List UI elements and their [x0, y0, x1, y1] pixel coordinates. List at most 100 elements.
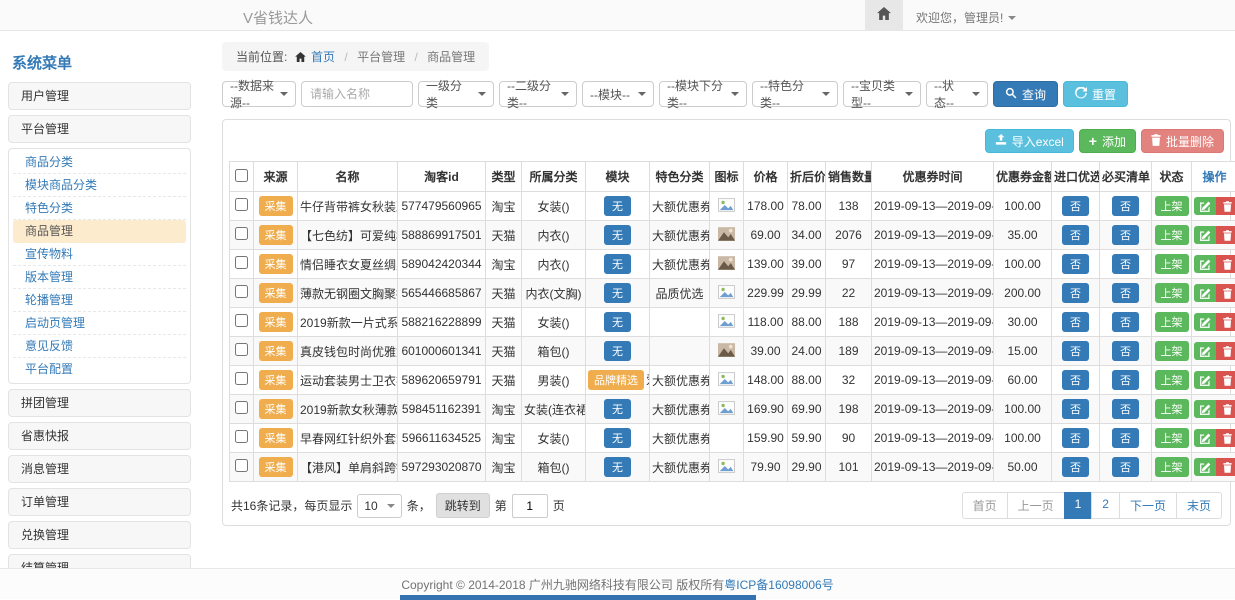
- status-button[interactable]: 上架: [1155, 196, 1189, 216]
- import-select-toggle[interactable]: 否: [1062, 283, 1089, 303]
- search-button[interactable]: 查询: [993, 81, 1058, 107]
- delete-button[interactable]: [1216, 226, 1235, 244]
- filter-select-module-sub[interactable]: --模块下分类--: [659, 81, 747, 107]
- import-select-toggle[interactable]: 否: [1062, 312, 1089, 332]
- must-buy-toggle[interactable]: 否: [1112, 254, 1139, 274]
- sidebar-group[interactable]: 用户管理: [8, 82, 191, 110]
- sidebar-group[interactable]: 拼团管理: [8, 389, 191, 417]
- row-checkbox[interactable]: [235, 227, 248, 240]
- sidebar-item[interactable]: 轮播管理: [13, 289, 186, 312]
- must-buy-toggle[interactable]: 否: [1112, 225, 1139, 245]
- row-checkbox[interactable]: [235, 401, 248, 414]
- sidebar-item[interactable]: 特色分类: [13, 197, 186, 220]
- delete-button[interactable]: [1216, 197, 1235, 215]
- filter-select-status[interactable]: --状态--: [926, 81, 988, 107]
- import-select-toggle[interactable]: 否: [1062, 428, 1089, 448]
- must-buy-toggle[interactable]: 否: [1112, 312, 1139, 332]
- delete-button[interactable]: [1216, 313, 1235, 331]
- filter-select-item-type[interactable]: --宝贝类型--: [843, 81, 921, 107]
- row-checkbox[interactable]: [235, 459, 248, 472]
- sidebar-item[interactable]: 意见反馈: [13, 335, 186, 358]
- page-number-input[interactable]: [512, 494, 548, 518]
- import-select-toggle[interactable]: 否: [1062, 254, 1089, 274]
- import-select-toggle[interactable]: 否: [1062, 370, 1089, 390]
- user-menu[interactable]: 欢迎您，管理员!: [916, 9, 1016, 26]
- page-link-下一页[interactable]: 下一页: [1119, 492, 1177, 519]
- breadcrumb-home-link[interactable]: 首页: [311, 50, 335, 64]
- row-checkbox[interactable]: [235, 256, 248, 269]
- must-buy-toggle[interactable]: 否: [1112, 341, 1139, 361]
- sidebar-group[interactable]: 省惠快报: [8, 422, 191, 450]
- sidebar-item[interactable]: 商品分类: [13, 151, 186, 174]
- sidebar-group[interactable]: 兑换管理: [8, 521, 191, 549]
- add-button[interactable]: + 添加: [1079, 129, 1136, 153]
- edit-button[interactable]: [1194, 458, 1216, 476]
- must-buy-toggle[interactable]: 否: [1112, 428, 1139, 448]
- page-link-上一页[interactable]: 上一页: [1007, 492, 1065, 519]
- sidebar-item[interactable]: 平台配置: [13, 358, 186, 381]
- page-link-首页[interactable]: 首页: [962, 492, 1008, 519]
- must-buy-toggle[interactable]: 否: [1112, 457, 1139, 477]
- per-page-select[interactable]: 10: [357, 494, 401, 518]
- delete-button[interactable]: [1216, 458, 1235, 476]
- home-button[interactable]: [865, 0, 903, 30]
- reset-button[interactable]: 重置: [1063, 81, 1128, 107]
- delete-button[interactable]: [1216, 400, 1235, 418]
- import-select-toggle[interactable]: 否: [1062, 399, 1089, 419]
- must-buy-toggle[interactable]: 否: [1112, 196, 1139, 216]
- must-buy-toggle[interactable]: 否: [1112, 399, 1139, 419]
- edit-button[interactable]: [1194, 313, 1216, 331]
- sidebar-item[interactable]: 模块商品分类: [13, 174, 186, 197]
- page-link-2[interactable]: 2: [1091, 492, 1120, 519]
- status-button[interactable]: 上架: [1155, 225, 1189, 245]
- row-checkbox[interactable]: [235, 372, 248, 385]
- edit-button[interactable]: [1194, 342, 1216, 360]
- bulk-delete-button[interactable]: 批量删除: [1141, 129, 1224, 153]
- filter-select-category-l1[interactable]: 一级分类: [418, 81, 494, 107]
- delete-button[interactable]: [1216, 371, 1235, 389]
- icp-link[interactable]: 粤ICP备16098006号: [724, 576, 833, 593]
- status-button[interactable]: 上架: [1155, 370, 1189, 390]
- must-buy-toggle[interactable]: 否: [1112, 370, 1139, 390]
- status-button[interactable]: 上架: [1155, 341, 1189, 361]
- delete-button[interactable]: [1216, 255, 1235, 273]
- delete-button[interactable]: [1216, 284, 1235, 302]
- page-link-1[interactable]: 1: [1064, 492, 1093, 519]
- import-select-toggle[interactable]: 否: [1062, 225, 1089, 245]
- row-checkbox[interactable]: [235, 314, 248, 327]
- sidebar-item-active[interactable]: 商品管理: [13, 220, 186, 243]
- filter-select-category-l2[interactable]: --二级分类--: [499, 81, 577, 107]
- delete-button[interactable]: [1216, 342, 1235, 360]
- sidebar-item[interactable]: 版本管理: [13, 266, 186, 289]
- filter-select-feature[interactable]: --特色分类--: [752, 81, 838, 107]
- edit-button[interactable]: [1194, 226, 1216, 244]
- edit-button[interactable]: [1194, 197, 1216, 215]
- status-button[interactable]: 上架: [1155, 312, 1189, 332]
- must-buy-toggle[interactable]: 否: [1112, 283, 1139, 303]
- sidebar-group[interactable]: 订单管理: [8, 488, 191, 516]
- sidebar-item[interactable]: 宣传物料: [13, 243, 186, 266]
- filter-input-name[interactable]: [301, 81, 413, 107]
- page-link-末页[interactable]: 末页: [1176, 492, 1222, 519]
- import-select-toggle[interactable]: 否: [1062, 457, 1089, 477]
- status-button[interactable]: 上架: [1155, 254, 1189, 274]
- row-checkbox[interactable]: [235, 198, 248, 211]
- sidebar-item[interactable]: 启动页管理: [13, 312, 186, 335]
- sidebar-group[interactable]: 平台管理: [8, 115, 191, 143]
- jump-button[interactable]: 跳转到: [436, 493, 490, 518]
- edit-button[interactable]: [1194, 400, 1216, 418]
- import-select-toggle[interactable]: 否: [1062, 341, 1089, 361]
- status-button[interactable]: 上架: [1155, 457, 1189, 477]
- import-excel-button[interactable]: 导入excel: [985, 129, 1074, 153]
- status-button[interactable]: 上架: [1155, 283, 1189, 303]
- select-all-checkbox[interactable]: [235, 169, 248, 182]
- row-checkbox[interactable]: [235, 343, 248, 356]
- edit-button[interactable]: [1194, 429, 1216, 447]
- filter-select-module[interactable]: --模块--: [582, 81, 654, 107]
- row-checkbox[interactable]: [235, 430, 248, 443]
- sidebar-group[interactable]: 消息管理: [8, 455, 191, 483]
- filter-select-data-source[interactable]: --数据来源--: [222, 81, 296, 107]
- status-button[interactable]: 上架: [1155, 428, 1189, 448]
- edit-button[interactable]: [1194, 284, 1216, 302]
- edit-button[interactable]: [1194, 371, 1216, 389]
